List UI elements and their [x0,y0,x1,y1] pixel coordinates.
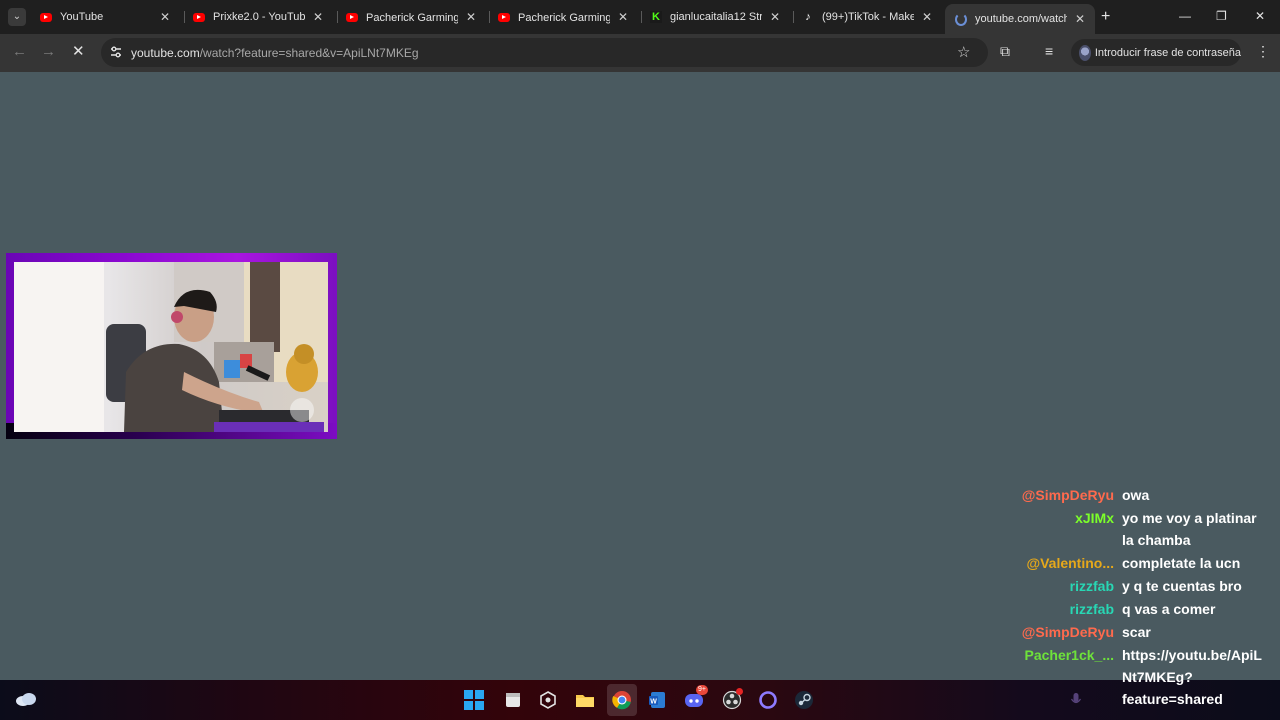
obs-icon[interactable] [720,688,744,712]
browser-toolbar: ← → ✕ youtube.com/watch?feature=shared&v… [0,34,1280,72]
chrome-icon[interactable] [607,684,637,716]
stream-chat: @SimpDeRyu owa xJIMx yo me voy a platina… [1010,484,1280,711]
tab-title: Pacherick Garming 🧃 [366,11,458,24]
youtube-icon [40,11,52,23]
webcam-feed-image [14,262,328,432]
cortana-icon[interactable] [756,688,780,712]
tab-prixke[interactable]: Prixke2.0 - YouTube ✕ [183,6,333,28]
tab-strip: ⌄ YouTube ✕ Prixke2.0 - YouTube ✕ Pacher… [0,0,1280,34]
media-controls-icon[interactable]: ≡ [1045,43,1053,59]
tab-title: (99+)TikTok - Make Y [822,11,914,23]
tab-youtube[interactable]: YouTube ✕ [30,6,180,28]
stop-loading-icon[interactable]: ✕ [72,44,85,60]
close-icon[interactable]: ✕ [920,10,934,24]
microphone-icon[interactable] [1064,688,1088,712]
bookmark-star-icon[interactable]: ☆ [957,43,970,61]
tab-tiktok[interactable]: ♪ (99+)TikTok - Make Y ✕ [792,6,942,28]
windows-taskbar: W 9+ [0,680,1280,720]
discord-icon[interactable]: 9+ [682,685,708,712]
tab-pacherick-2[interactable]: Pacherick Garming 🧃 ✕ [488,6,638,28]
tab-active-youtube-watch[interactable]: youtube.com/watch? ✕ [945,4,1095,34]
extensions-puzzle-icon[interactable]: ⧉ [1000,43,1010,60]
url-domain: youtube.com [131,46,200,60]
address-url[interactable]: youtube.com/watch?feature=shared&v=ApiLN… [131,46,419,60]
chat-username: @Valentino... [1026,555,1114,571]
tab-pacherick-1[interactable]: Pacherick Garming 🧃 ✕ [336,6,486,28]
youtube-icon [346,11,358,23]
chat-text: https://youtu.be/ApiLNt7MKEg?feature=sha… [1122,647,1262,707]
close-icon[interactable]: ✕ [768,10,782,24]
tab-title: gianlucaitalia12 Strea [670,11,762,23]
tab-search-chevron-icon[interactable]: ⌄ [8,8,26,26]
kick-icon: K [650,11,662,23]
youtube-icon [193,11,205,23]
site-info-icon[interactable] [109,45,123,59]
profile-button[interactable]: Introducir frase de contraseña [1071,39,1241,66]
svg-text:W: W [650,699,657,706]
chat-message: rizzfab q vas a comer [1010,598,1280,620]
url-path: /watch?feature=shared&v=ApiLNt7MKEg [199,46,419,60]
weather-icon[interactable] [15,692,37,706]
file-manager-icon[interactable] [501,688,525,712]
tab-title: YouTube [60,11,104,23]
close-icon[interactable]: ✕ [464,10,478,24]
close-icon[interactable]: ✕ [311,10,325,24]
chat-message: @SimpDeRyu scar [1010,621,1280,643]
discord-badge: 9+ [696,685,708,695]
chat-username: rizzfab [1069,601,1114,617]
chat-text: owa [1122,487,1150,503]
loading-spinner-icon [955,12,967,26]
tab-kick[interactable]: K gianlucaitalia12 Strea ✕ [640,6,790,28]
chat-text: scar [1122,624,1151,640]
avatar [1079,44,1091,61]
close-icon[interactable]: ✕ [1073,12,1087,26]
tiktok-icon: ♪ [805,11,811,23]
forward-arrow-icon[interactable]: → [41,44,56,60]
restore-icon[interactable]: ❐ [1216,9,1227,23]
tab-title: Pacherick Garming 🧃 [518,11,610,24]
chat-text: y q te cuentas bro [1122,578,1242,594]
chat-message: rizzfab y q te cuentas bro [1010,575,1280,597]
tab-title: Prixke2.0 - YouTube [213,11,305,23]
file-explorer-icon[interactable] [573,688,597,712]
window-close-icon[interactable]: ✕ [1255,9,1265,23]
minimize-icon[interactable]: — [1179,9,1191,23]
back-arrow-icon[interactable]: ← [12,44,27,60]
address-bar[interactable]: youtube.com/watch?feature=shared&v=ApiLN… [101,38,988,67]
chat-text: q vas a comer [1122,601,1216,617]
chat-username: @SimpDeRyu [1021,487,1114,503]
tab-title: youtube.com/watch? [975,13,1067,25]
chat-username: xJIMx [1075,510,1114,526]
chat-text: completate la ucn [1122,555,1241,571]
chat-text: yo me voy a platinar la chamba [1122,510,1257,548]
word-icon[interactable]: W [645,688,669,712]
youtube-icon [498,11,510,23]
more-options-icon[interactable]: ⋮ [1256,43,1270,60]
unity-icon[interactable] [536,688,560,712]
chat-message: @Valentino... completate la ucn [1010,552,1280,574]
close-icon[interactable]: ✕ [616,10,630,24]
close-icon[interactable]: ✕ [158,10,172,24]
chat-message: @SimpDeRyu owa [1010,484,1280,506]
chat-username: @SimpDeRyu [1021,624,1114,640]
chat-message: xJIMx yo me voy a platinar la chamba [1010,507,1280,551]
chat-username: rizzfab [1069,578,1114,594]
profile-label: Introducir frase de contraseña [1094,46,1241,59]
windows-start-icon[interactable] [462,688,486,712]
new-tab-plus-icon[interactable]: + [1101,9,1110,25]
steam-icon[interactable] [792,688,816,712]
